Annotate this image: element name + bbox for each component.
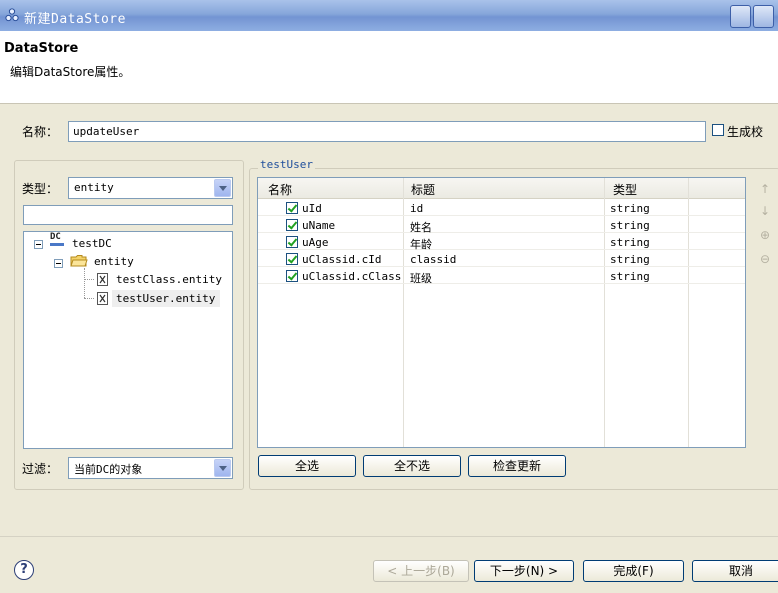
back-button[interactable]: < 上一步(B): [373, 560, 469, 582]
folder-icon: [70, 255, 88, 267]
row-divider: [258, 215, 745, 216]
window-title: 新建DataStore: [24, 12, 126, 27]
add-icon[interactable]: ⊕: [760, 228, 772, 242]
type-select-value: entity: [74, 181, 114, 194]
type-select[interactable]: entity: [68, 177, 233, 199]
tree-node-testdc[interactable]: testDC: [72, 237, 112, 250]
table-cell-type: string: [610, 219, 650, 232]
tree-node-entity[interactable]: entity: [94, 255, 134, 268]
row-checkbox[interactable]: [286, 236, 298, 248]
row-checkbox[interactable]: [286, 253, 298, 265]
wizard-body: 名称： updateUser 生成校 testUser 类型： entity D…: [0, 104, 778, 536]
table-cell-title: id: [410, 202, 424, 215]
generate-checkbox[interactable]: [712, 124, 724, 136]
table-cell-name: uAge: [302, 236, 329, 249]
table-cell-name: uId: [302, 202, 322, 215]
table-header: 名称 标题 类型: [258, 178, 745, 199]
wizard-header: DataStore 编辑DataStore属性。: [0, 31, 778, 103]
collapse-toggle-testdc[interactable]: [34, 240, 43, 249]
row-checkbox[interactable]: [286, 202, 298, 214]
check-updates-button[interactable]: 检查更新: [468, 455, 566, 477]
filter-label: 过滤：: [22, 462, 59, 476]
help-icon[interactable]: ?: [14, 560, 34, 580]
fields-group-title: testUser: [258, 158, 315, 171]
row-divider: [258, 249, 745, 250]
next-button[interactable]: 下一步(N) >: [474, 560, 574, 582]
entity-file-icon: [97, 292, 108, 305]
datastore-app-icon: [5, 8, 19, 22]
generate-label: 生成校: [727, 125, 764, 139]
page-title: DataStore: [4, 41, 79, 56]
column-divider: [688, 178, 689, 447]
table-cell-title: 班级: [410, 272, 432, 285]
finish-button[interactable]: 完成(F): [583, 560, 684, 582]
table-cell-type: string: [610, 270, 650, 283]
type-label: 类型：: [22, 182, 59, 196]
table-cell-name: uClassid.cId: [302, 253, 382, 266]
minimize-button[interactable]: [730, 5, 751, 28]
table-cell-name: uClassid.cClass: [302, 270, 402, 283]
move-down-icon[interactable]: ↓: [760, 204, 772, 218]
cancel-button[interactable]: 取消: [692, 560, 778, 582]
fields-table: 名称 标题 类型 uId id string uName 姓名 string u…: [257, 177, 746, 448]
entity-tree: DC testDC entity testClass.entity testUs…: [23, 231, 233, 449]
name-label: 名称：: [22, 125, 59, 139]
table-cell-type: string: [610, 202, 650, 215]
column-header-name[interactable]: 名称: [268, 181, 292, 198]
column-header-title[interactable]: 标题: [411, 181, 435, 198]
dc-icon-bar: [50, 243, 64, 246]
table-cell-type: string: [610, 236, 650, 249]
tree-guide-line: [84, 279, 94, 280]
table-cell-title: 年龄: [410, 238, 432, 251]
select-all-button[interactable]: 全选: [258, 455, 356, 477]
page-description: 编辑DataStore属性。: [10, 65, 131, 79]
table-cell-name: uName: [302, 219, 336, 232]
table-cell-type: string: [610, 253, 650, 266]
table-cell-title: classid: [410, 253, 457, 266]
dc-icon: DC: [50, 232, 61, 242]
chevron-down-icon[interactable]: [214, 459, 231, 477]
entity-file-icon: [97, 273, 108, 286]
dialog-window: 新建DataStore DataStore 编辑DataStore属性。 名称：…: [0, 0, 778, 593]
move-up-icon[interactable]: ↑: [760, 182, 772, 196]
filter-select-value: 当前DC的对象: [74, 463, 143, 476]
tree-item-testuser[interactable]: testUser.entity: [116, 292, 215, 305]
tree-guide-line: [84, 298, 94, 299]
close-button[interactable]: [753, 5, 774, 28]
deselect-all-button[interactable]: 全不选: [363, 455, 461, 477]
filter-select[interactable]: 当前DC的对象: [68, 457, 233, 479]
title-bar: 新建DataStore: [0, 0, 778, 31]
row-divider: [258, 266, 745, 267]
row-checkbox[interactable]: [286, 219, 298, 231]
search-input[interactable]: [23, 205, 233, 225]
column-divider: [403, 178, 404, 447]
row-checkbox[interactable]: [286, 270, 298, 282]
tree-item-testclass[interactable]: testClass.entity: [116, 273, 222, 286]
table-cell-title: 姓名: [410, 221, 432, 234]
tree-guide-line: [84, 268, 86, 298]
chevron-down-icon[interactable]: [214, 179, 231, 197]
column-divider: [604, 178, 605, 447]
row-divider: [258, 232, 745, 233]
column-header-type[interactable]: 类型: [613, 181, 637, 198]
row-divider: [258, 283, 745, 284]
collapse-toggle-entity[interactable]: [54, 259, 63, 268]
remove-icon[interactable]: ⊖: [760, 252, 772, 266]
name-input[interactable]: updateUser: [68, 121, 706, 142]
